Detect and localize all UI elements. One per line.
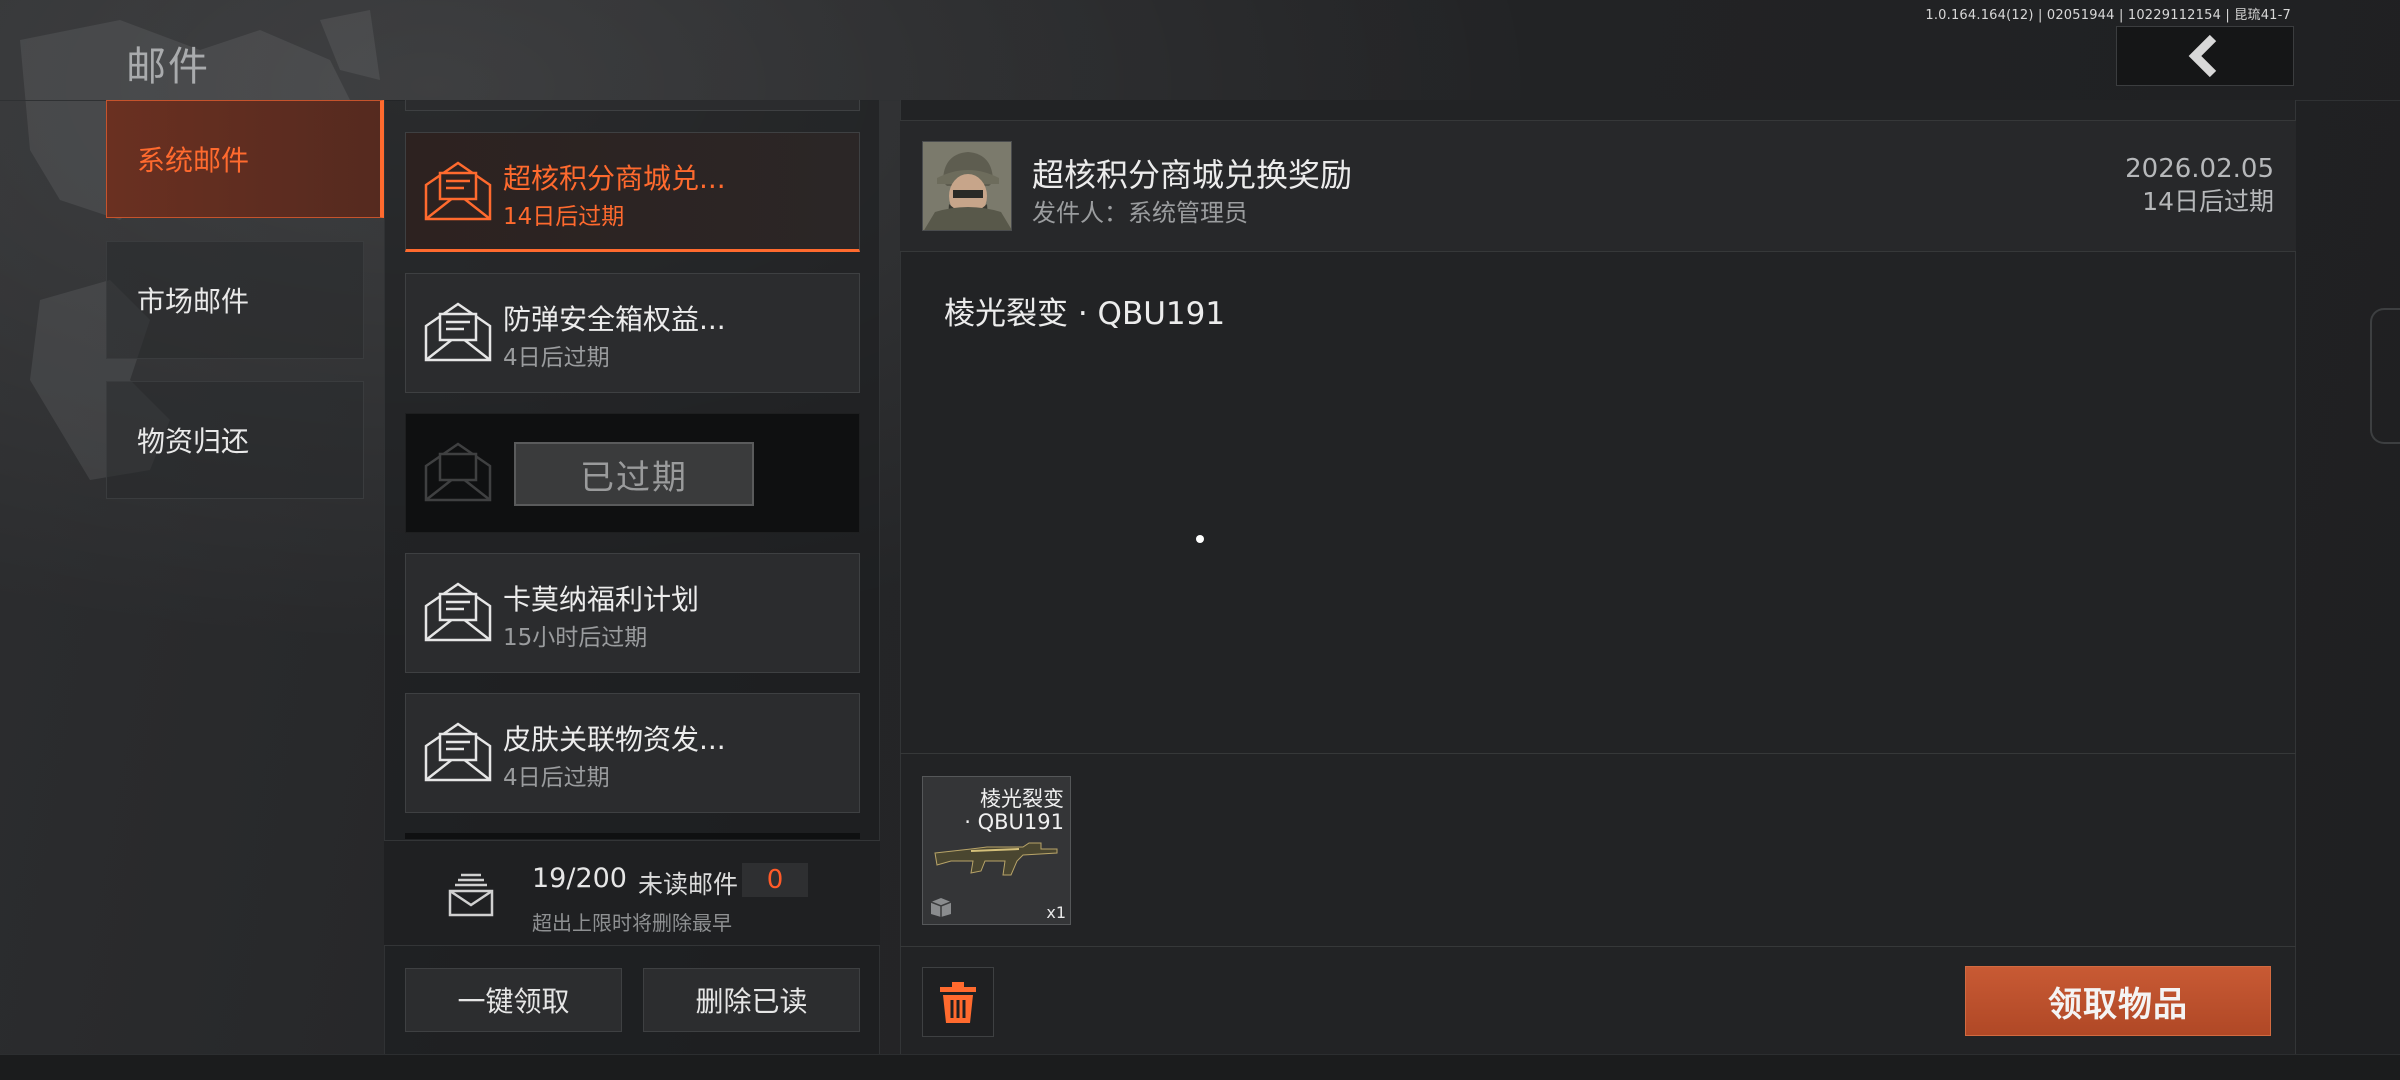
reward-item-card[interactable]: 棱光裂变 · QBU191 x1 [922, 776, 1071, 925]
envelope-icon [424, 442, 492, 502]
mail-item-expired[interactable]: 已过期 [405, 413, 860, 533]
version-info: 1.0.164.164(12) | 02051944 | 10229112154… [1925, 8, 2291, 23]
list-item-partial [405, 100, 860, 111]
mail-date: 2026.02.05 [2125, 154, 2274, 184]
unread-label: 未读邮件 [638, 870, 739, 899]
claim-all-button[interactable]: 一键领取 [405, 968, 622, 1032]
reward-quantity: x1 [1046, 903, 1066, 922]
mail-item[interactable]: 超核积分商城兑... 14日后过期 [405, 132, 860, 252]
rifle-icon [934, 842, 1058, 876]
delete-mail-button[interactable] [922, 967, 994, 1037]
mail-expiry-detail: 14日后过期 [2142, 187, 2274, 216]
unread-count-badge: 0 [742, 863, 808, 897]
category-label: 市场邮件 [137, 285, 250, 318]
mail-expiry: 15小时后过期 [503, 625, 648, 651]
back-button[interactable] [2116, 26, 2294, 86]
category-system-mail[interactable]: 系统邮件 [106, 100, 384, 218]
capacity-hint: 超出上限时将删除最早 [532, 911, 732, 935]
envelope-icon [424, 582, 492, 642]
mail-body-text: 棱光裂变 · QBU191 [944, 296, 1226, 332]
mail-sender: 发件人：系统管理员 [1032, 199, 1248, 227]
category-label: 物资归还 [137, 425, 250, 458]
cursor-dot [1196, 535, 1204, 543]
mail-count: 19/200 [532, 863, 627, 894]
action-divider [900, 946, 2296, 947]
bottom-bar [0, 1054, 2400, 1080]
page-title: 邮件 [126, 44, 210, 90]
chevron-left-icon [2188, 34, 2217, 78]
mail-title: 皮肤关联物资发... [503, 723, 726, 756]
category-supply-return[interactable]: 物资归还 [106, 381, 364, 499]
mail-expiry: 4日后过期 [503, 345, 610, 371]
envelope-icon [424, 302, 492, 362]
trash-icon [940, 982, 976, 1023]
mail-title: 卡莫纳福利计划 [503, 583, 700, 616]
mail-expiry: 14日后过期 [503, 204, 625, 230]
category-market-mail[interactable]: 市场邮件 [106, 241, 364, 359]
mail-item[interactable]: 卡莫纳福利计划 15小时后过期 [405, 553, 860, 673]
delete-read-button[interactable]: 删除已读 [643, 968, 860, 1032]
claim-items-button[interactable]: 领取物品 [1965, 966, 2271, 1036]
sender-avatar [922, 141, 1012, 231]
package-icon [930, 898, 952, 917]
reward-name-line1: 棱光裂变 [980, 787, 1064, 811]
mail-stack-icon [448, 873, 494, 917]
envelope-icon [424, 722, 492, 782]
expired-label: 已过期 [514, 442, 754, 506]
mail-item[interactable]: 皮肤关联物资发... 4日后过期 [405, 693, 860, 813]
mailbox-summary: 19/200 未读邮件 0 超出上限时将删除最早 [384, 840, 880, 946]
attachment-divider [900, 753, 2296, 754]
category-label: 系统邮件 [137, 144, 250, 177]
list-item-partial [405, 833, 860, 839]
mail-title: 防弹安全箱权益... [503, 303, 726, 336]
mail-detail-title: 超核积分商城兑换奖励 [1032, 156, 1353, 194]
soldier-avatar-icon [923, 142, 1011, 230]
mail-item[interactable]: 防弹安全箱权益... 4日后过期 [405, 273, 860, 393]
mail-expiry: 4日后过期 [503, 765, 610, 791]
side-pull-tab[interactable] [2370, 308, 2400, 444]
envelope-icon [424, 161, 492, 221]
mail-title: 超核积分商城兑... [503, 162, 726, 195]
